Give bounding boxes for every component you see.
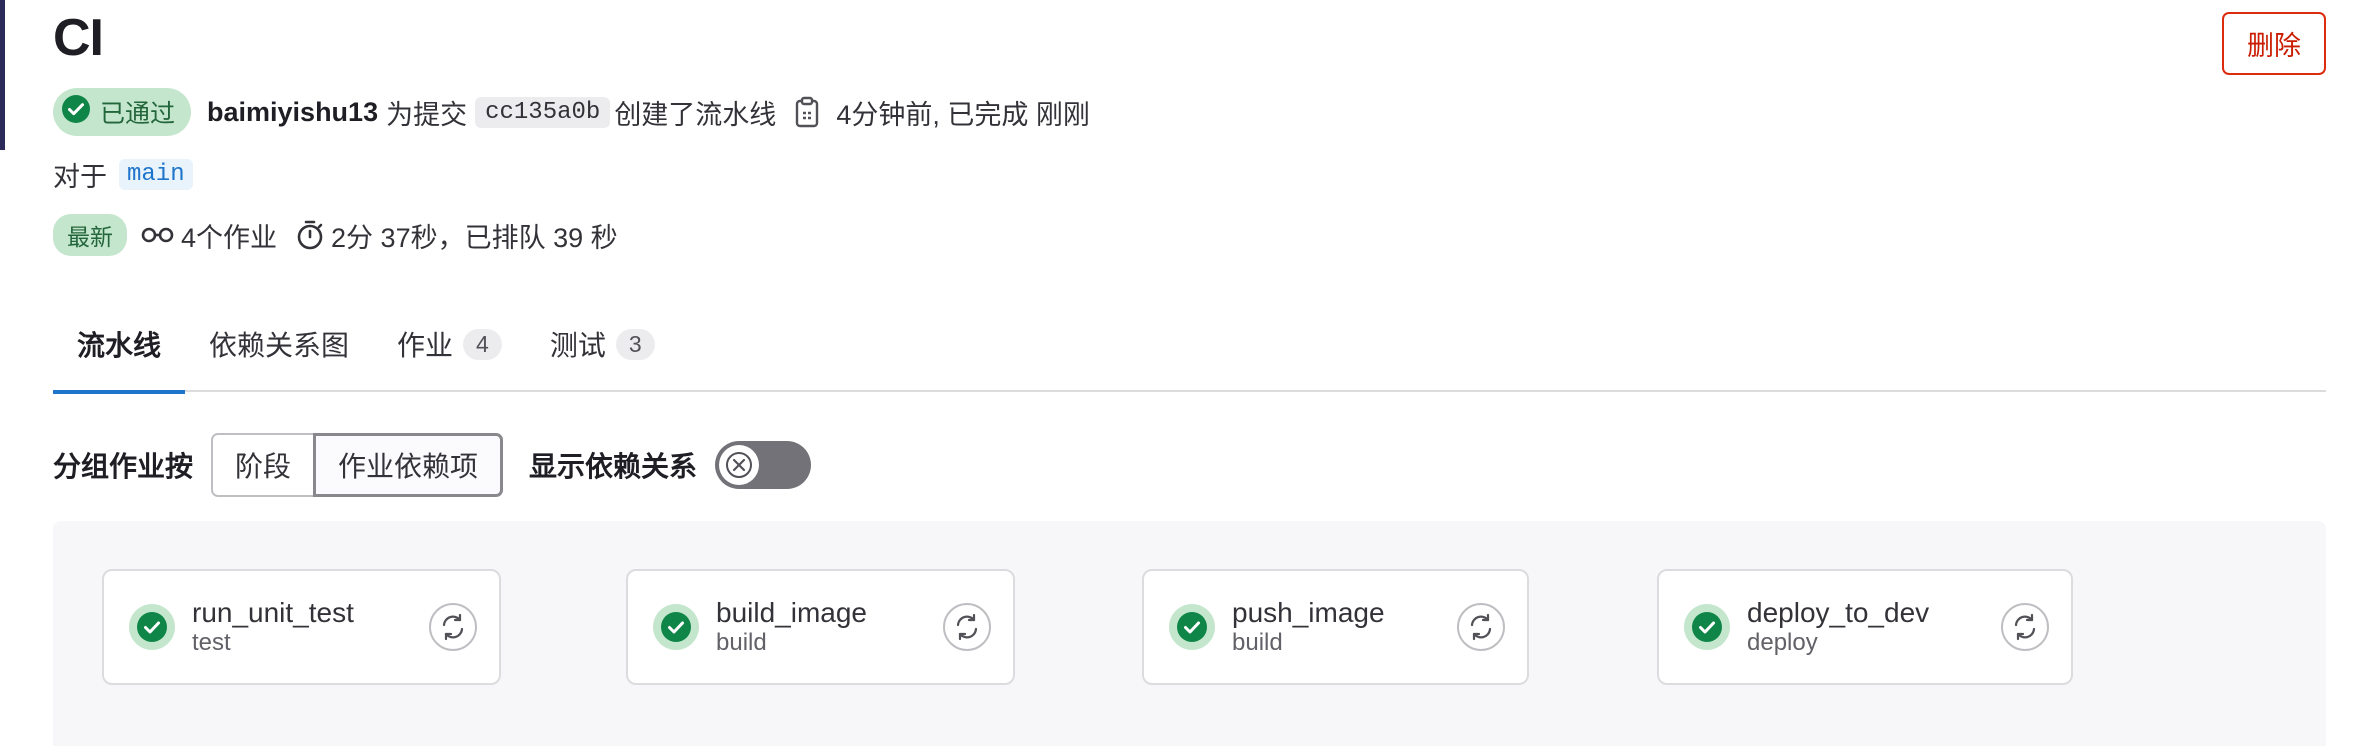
ref-prefix: 对于 [53, 161, 107, 192]
close-icon [719, 445, 760, 485]
job-name: push_image [1232, 596, 1385, 628]
group-by-toggle: 阶段 作业依赖项 [211, 433, 504, 497]
retry-icon [1470, 613, 1492, 641]
pipeline-graph: run_unit_test test build_image build pus… [53, 521, 2326, 746]
jobs-count: 4个作业 [181, 222, 278, 253]
tab-pipeline[interactable]: 流水线 [53, 310, 186, 394]
job-text: deploy_to_dev deploy [1747, 596, 2001, 658]
job-card[interactable]: run_unit_test test [102, 569, 501, 685]
sidebar-edge [0, 0, 5, 150]
clipboard-icon[interactable] [794, 96, 820, 128]
tab-label: 测试 [549, 330, 606, 361]
show-dependencies-toggle[interactable] [715, 441, 812, 489]
retry-icon [2014, 613, 2036, 641]
time-text: 4分钟前, 已完成 刚刚 [836, 99, 1090, 130]
job-stage: deploy [1747, 629, 1818, 657]
retry-icon [956, 613, 978, 641]
status-success-icon [652, 603, 700, 651]
group-by-label: 分组作业按 [53, 451, 194, 482]
pipeline-tabs: 流水线 依赖关系图 作业 4 测试 3 [53, 310, 2326, 394]
status-success-icon [1683, 603, 1731, 651]
job-stage: build [1232, 629, 1283, 657]
tab-jobs[interactable]: 作业 4 [373, 310, 526, 392]
tab-label: 依赖关系图 [209, 330, 350, 361]
delete-button[interactable]: 删除 [2222, 12, 2326, 75]
pipeline-icon [141, 223, 175, 247]
job-card[interactable]: push_image build [1142, 569, 1529, 685]
retry-button[interactable] [1457, 603, 1505, 651]
retry-button[interactable] [943, 603, 991, 651]
tab-count-badge: 4 [463, 328, 502, 360]
tab-tests[interactable]: 测试 3 [526, 310, 679, 392]
author-link[interactable]: baimiyishu13 [207, 97, 378, 128]
pipeline-meta: 已通过 baimiyishu13 为提交 cc135a0b 创建了流水线 4分钟… [53, 87, 1090, 137]
for-commit-text: 为提交 [386, 99, 468, 130]
retry-button[interactable] [2001, 603, 2049, 651]
job-text: push_image build [1232, 596, 1457, 658]
job-name: run_unit_test [192, 596, 354, 628]
group-by-stage-button[interactable]: 阶段 [211, 433, 316, 497]
timer-icon [295, 219, 325, 251]
tab-count-badge: 3 [615, 328, 655, 360]
status-badge[interactable]: 已通过 [53, 88, 192, 136]
status-label: 已通过 [100, 100, 176, 128]
tab-label: 流水线 [77, 330, 162, 361]
job-name: build_image [716, 596, 867, 628]
retry-button[interactable] [429, 603, 477, 651]
check-circle-icon [61, 94, 91, 131]
page-title: CI [53, 9, 104, 67]
retry-icon [442, 613, 464, 641]
commit-sha[interactable]: cc135a0b [475, 96, 611, 128]
group-by-needs-button[interactable]: 作业依赖项 [313, 433, 504, 497]
job-card[interactable]: deploy_to_dev deploy [1657, 569, 2073, 685]
branch-link[interactable]: main [119, 158, 193, 190]
pipeline-page: CI 删除 已通过 baimiyishu13 为提交 cc135a0b 创建了流… [0, 0, 2374, 746]
job-text: build_image build [716, 596, 943, 658]
job-card[interactable]: build_image build [626, 569, 1015, 685]
job-stage: test [192, 629, 231, 657]
job-name: deploy_to_dev [1747, 596, 1930, 628]
job-stage: build [716, 629, 767, 657]
ref-row: 对于 main [53, 154, 193, 194]
tab-dag[interactable]: 依赖关系图 [185, 310, 373, 392]
pipeline-info: 最新 4个作业 2分 37秒，已排队 39 秒 [53, 213, 618, 257]
tab-label: 作业 [397, 330, 454, 361]
job-text: run_unit_test test [192, 596, 429, 658]
duration-text: 2分 37秒，已排队 39 秒 [331, 222, 618, 253]
status-success-icon [1168, 603, 1216, 651]
created-text: 创建了流水线 [614, 99, 777, 130]
grouping-controls: 分组作业按 阶段 作业依赖项 显示依赖关系 [53, 433, 812, 497]
status-success-icon [128, 603, 176, 651]
show-dependencies-label: 显示依赖关系 [529, 451, 698, 482]
latest-badge: 最新 [53, 214, 127, 256]
